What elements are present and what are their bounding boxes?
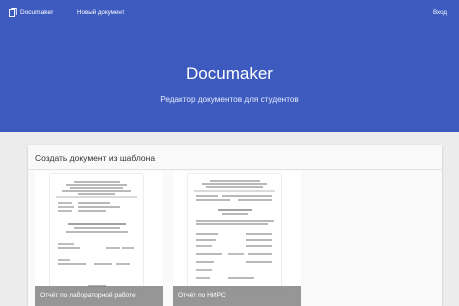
template-label: Отчёт по лабораторной работе (35, 286, 163, 306)
document-thumbnail-icon (50, 174, 143, 292)
template-tile-lab-report[interactable]: Отчёт по лабораторной работе (35, 171, 163, 306)
card-divider (28, 169, 442, 170)
top-nav: Documaker Новый документ Вход (0, 0, 459, 24)
brand-name: Documaker (20, 9, 54, 16)
document-copy-icon (9, 8, 17, 17)
templates-heading: Создать документ из шаблона (35, 153, 156, 163)
template-label: Отчёт по НИРС (173, 286, 301, 306)
app-header: Documaker Новый документ Вход Documaker … (0, 0, 459, 132)
hero-title: Documaker (186, 64, 273, 83)
new-document-link[interactable]: Новый документ (77, 9, 125, 16)
login-link[interactable]: Вход (433, 9, 447, 16)
hero-subtitle: Редактор документов для студентов (160, 95, 299, 104)
document-thumbnail-icon (188, 174, 281, 292)
templates-card: Создать документ из шаблона Отчёт по лаб… (28, 145, 442, 306)
template-tile-nirs-report[interactable]: Отчёт по НИРС (173, 171, 301, 306)
brand-link[interactable]: Documaker (9, 8, 53, 17)
